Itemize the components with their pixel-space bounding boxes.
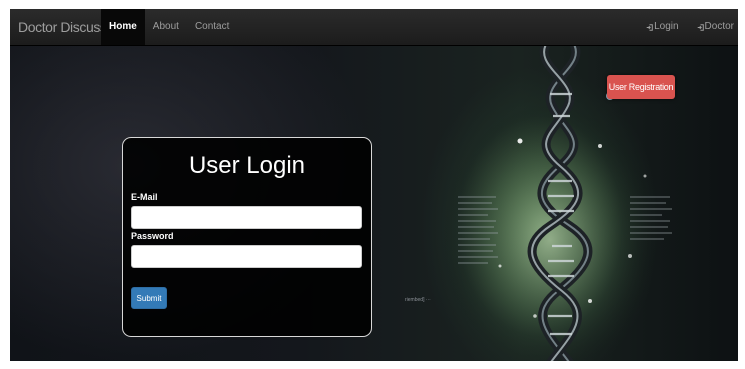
password-field[interactable] bbox=[131, 245, 362, 268]
nav-contact[interactable]: Contact bbox=[187, 9, 237, 45]
submit-button[interactable]: Submit bbox=[131, 287, 167, 309]
hero-background: riembed] ··· User Registration User Logi… bbox=[10, 46, 738, 361]
nav-right-links: Login Doctor bbox=[644, 9, 736, 45]
nav-doctor-label: Doctor bbox=[704, 21, 734, 32]
nav-login-label: Login bbox=[654, 21, 679, 32]
email-label: E-Mail bbox=[131, 192, 158, 202]
log-in-icon bbox=[646, 24, 653, 31]
nav-login[interactable]: Login bbox=[644, 9, 680, 45]
password-label: Password bbox=[131, 231, 174, 241]
nav-about[interactable]: About bbox=[145, 9, 187, 45]
login-title: User Login bbox=[188, 152, 306, 179]
browser-viewport: Doctor Discussion Home About Contact Log… bbox=[10, 9, 738, 361]
nav-doctor[interactable]: Doctor bbox=[695, 9, 736, 45]
top-navbar: Doctor Discussion Home About Contact Log… bbox=[10, 9, 738, 46]
log-in-icon bbox=[697, 24, 704, 31]
email-field[interactable] bbox=[131, 206, 362, 229]
dna-helix-image bbox=[440, 46, 672, 361]
nav-home[interactable]: Home bbox=[101, 9, 145, 45]
login-panel: User Login E-Mail Password Submit bbox=[122, 137, 372, 337]
nav-links: Home About Contact bbox=[101, 9, 237, 45]
user-registration-button[interactable]: User Registration bbox=[607, 75, 675, 99]
background-caption: riembed] ··· bbox=[405, 297, 431, 303]
